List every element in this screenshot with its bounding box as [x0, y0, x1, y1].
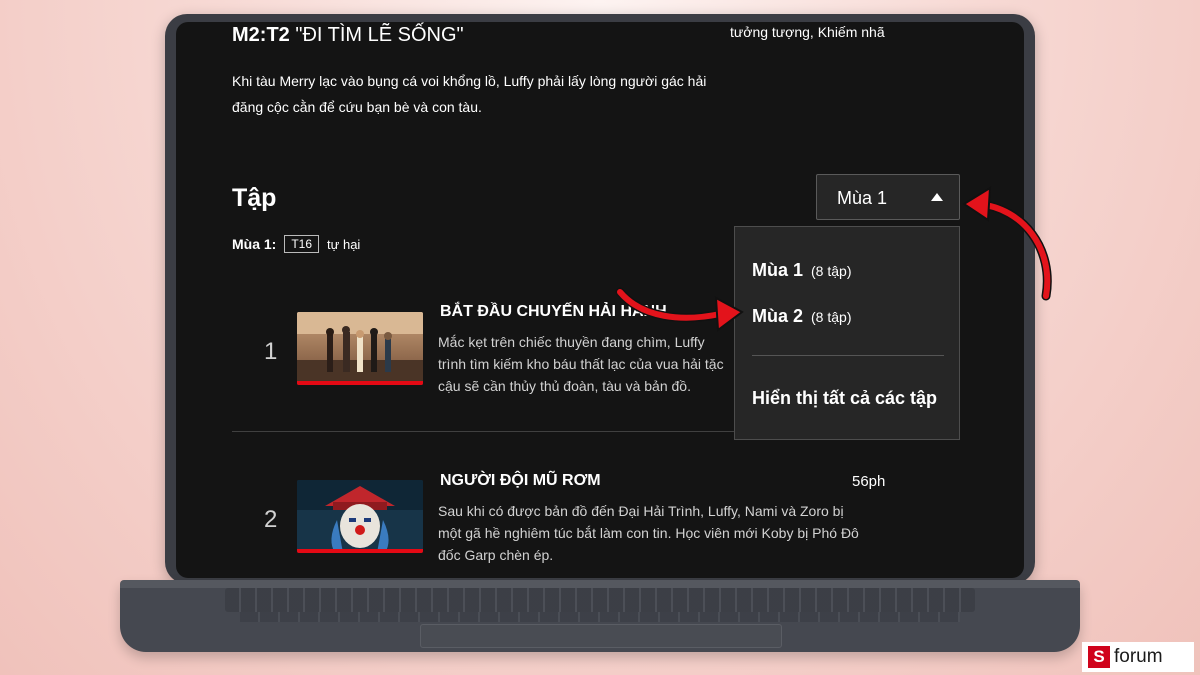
episode-description: Khi tàu Merry lạc vào bụng cá voi khổng …	[232, 73, 707, 115]
cast-genre-text: tưởng tượng, Khiếm nhã	[730, 24, 885, 40]
season-episode-count: (8 tập)	[811, 309, 852, 325]
episode-code: M2:T2	[232, 24, 290, 46]
keyboard-row	[240, 612, 960, 622]
episode-1-image	[297, 312, 423, 385]
logo-mark: S	[1088, 646, 1110, 668]
season-episode-count: (8 tập)	[811, 263, 852, 279]
dropdown-divider	[752, 355, 944, 356]
episode-thumbnail[interactable]	[297, 480, 423, 553]
episode-title: NGƯỜI ĐỘI MŨ RƠM	[440, 472, 601, 489]
season-select-label: Mùa 1	[837, 188, 888, 208]
episode-title: "ĐI TÌM LẼ SỐNG"	[295, 24, 464, 46]
logo-text: forum	[1114, 646, 1163, 667]
season-rating-row: Mùa 1: T16 tự hại	[232, 235, 360, 253]
episode-heading: M2:T2 "ĐI TÌM LẼ SỐNG"	[232, 24, 464, 47]
keyboard	[225, 588, 975, 612]
maturity-rating-badge: T16	[284, 235, 320, 253]
episodes-section-title: Tập	[232, 184, 277, 212]
synopsis-line: một gã hề nghiêm túc bắt làm con tin. Họ…	[438, 525, 859, 541]
synopsis-line: Sau khi có được bản đồ đến Đại Hải Trình…	[438, 503, 844, 519]
laptop-hinge	[120, 580, 1080, 588]
watch-progress-bar	[297, 381, 423, 385]
caret-up-icon	[931, 193, 943, 201]
episode-number: 1	[264, 338, 278, 365]
synopsis-line: đốc Garp chèn ép.	[438, 547, 554, 563]
season-select-button[interactable]: Mùa 1	[816, 174, 960, 220]
annotation-arrow-icon	[962, 186, 1052, 301]
episode-2-image	[297, 480, 423, 553]
episode-number: 2	[264, 506, 278, 533]
laptop-screen: M2:T2 "ĐI TÌM LẼ SỐNG" tưởng tượng, Khiế…	[176, 22, 1024, 578]
season-label: Mùa 1:	[232, 236, 277, 252]
show-all-episodes-option[interactable]: Hiển thị tất cả các tập	[752, 388, 937, 409]
episode-duration: 56ph	[852, 473, 886, 490]
episode-synopsis: Sau khi có được bản đồ đến Đại Hải Trình…	[438, 500, 898, 566]
watch-progress-bar	[297, 549, 423, 553]
annotation-arrow-icon	[615, 287, 744, 332]
episode-thumbnail[interactable]	[297, 312, 423, 385]
sforum-logo: S forum	[1082, 642, 1194, 672]
trackpad	[420, 624, 782, 648]
season-dropdown-menu: Mùa 1 (8 tập) Mùa 2 (8 tập) Hiển thị tất c…	[734, 226, 960, 440]
season-option-label: Mùa 2	[752, 306, 804, 326]
rating-description: tự hại	[327, 236, 361, 252]
season-option-1[interactable]: Mùa 1 (8 tập)	[752, 260, 851, 281]
season-option-label: Mùa 1	[752, 260, 804, 280]
season-option-2[interactable]: Mùa 2 (8 tập)	[752, 306, 851, 327]
